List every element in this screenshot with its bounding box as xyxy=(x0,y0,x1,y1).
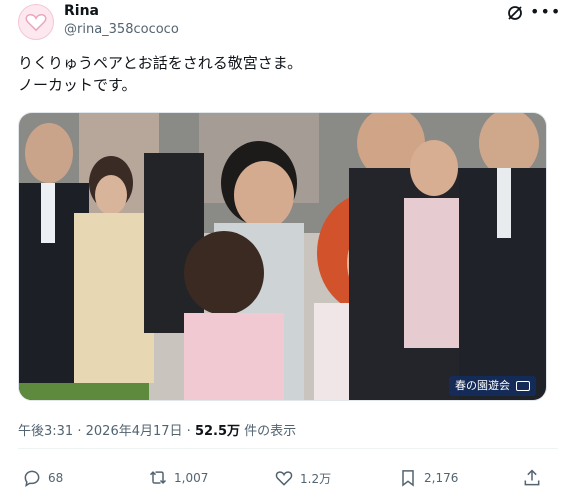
bookmark-icon xyxy=(402,470,414,487)
avatar[interactable] xyxy=(18,4,54,40)
post-text-line-1: りくりゅうペアとお話をされる敬宮さま。 xyxy=(18,54,303,72)
caption-text: 春の園遊会 xyxy=(455,379,510,392)
broadcast-icon xyxy=(516,381,530,391)
bookmark-count: 2,176 xyxy=(424,471,459,485)
share-icon xyxy=(524,469,540,486)
like-count: 1.2万 xyxy=(300,471,332,486)
repost-button[interactable]: 1,007 xyxy=(148,466,208,490)
author-name[interactable]: Rina xyxy=(64,3,99,19)
action-bar: 68 1,007 1.2万 2,176 xyxy=(18,466,558,490)
post-meta: 午後3:31 · 2026年4月17日 · 52.5万 件の表示 xyxy=(18,420,296,439)
repost-count: 1,007 xyxy=(174,471,209,485)
like-button[interactable]: 1.2万 xyxy=(274,466,331,490)
heart-icon xyxy=(25,13,47,32)
meta-separator-2: · xyxy=(186,424,191,439)
grok-icon[interactable] xyxy=(506,4,524,22)
meta-separator: · xyxy=(77,424,82,439)
reply-icon xyxy=(24,470,40,488)
author-handle[interactable]: @rina_358cococo xyxy=(64,22,179,37)
reply-button[interactable]: 68 xyxy=(22,466,63,490)
like-icon xyxy=(275,471,293,486)
share-button[interactable] xyxy=(522,466,542,490)
post-video[interactable]: 春の園遊会 xyxy=(18,112,547,401)
views-count[interactable]: 52.5万 xyxy=(195,424,240,439)
divider xyxy=(18,448,558,449)
repost-icon xyxy=(149,471,167,485)
post: Rina @rina_358cococo ••• りくりゅうペアとお話をされる敬… xyxy=(0,0,578,500)
post-date[interactable]: 2026年4月17日 xyxy=(86,424,183,439)
video-caption: 春の園遊会 xyxy=(449,376,536,396)
post-text-line-2: ノーカットです。 xyxy=(18,76,137,94)
bookmark-button[interactable]: 2,176 xyxy=(398,466,458,490)
views-label: 件の表示 xyxy=(244,424,297,439)
post-time[interactable]: 午後3:31 xyxy=(18,424,73,439)
reply-count: 68 xyxy=(48,471,64,485)
video-frame xyxy=(19,113,546,400)
post-text: りくりゅうペアとお話をされる敬宮さま。 ノーカットです。 xyxy=(18,52,558,96)
more-icon[interactable]: ••• xyxy=(530,2,560,22)
